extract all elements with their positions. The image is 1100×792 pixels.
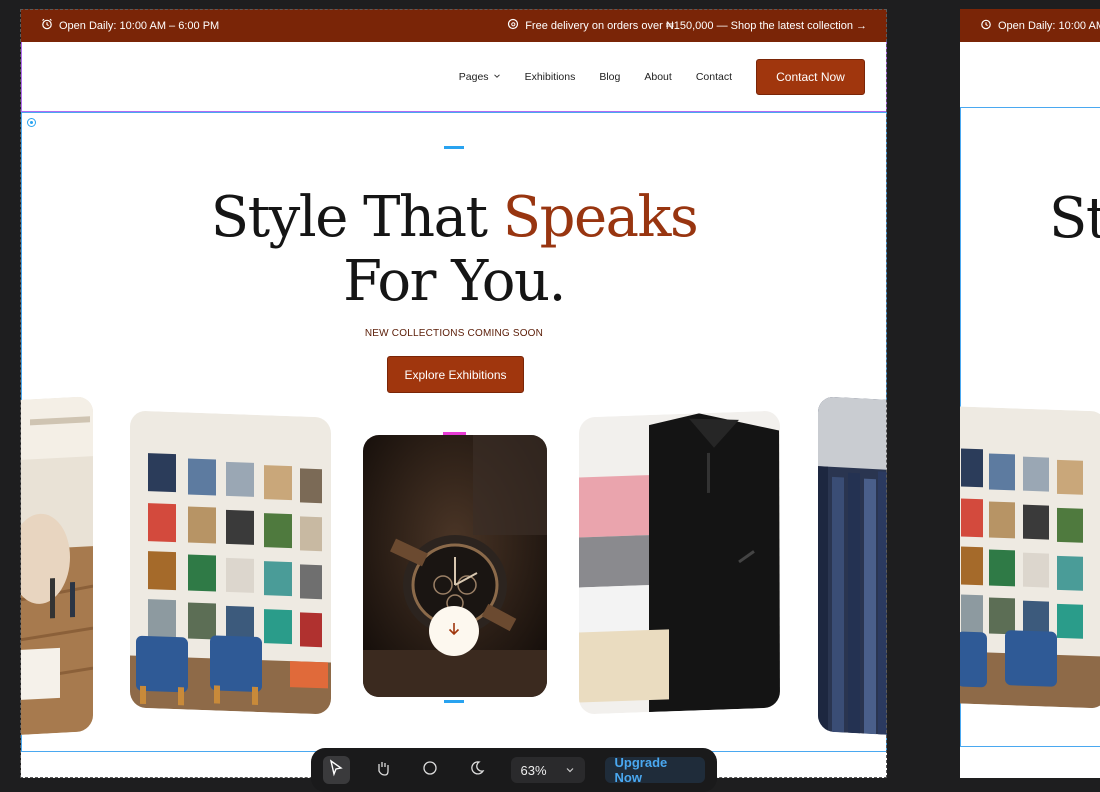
announcement-bar-preview: Open Daily: 10:00 AM (960, 9, 1100, 42)
tool-comment[interactable] (417, 756, 444, 784)
zoom-level: 63% (520, 762, 547, 778)
nav-item-label: Pages (458, 70, 489, 83)
hero-title-preview: Sty (1049, 186, 1100, 251)
nav-item-label: Blog (599, 70, 621, 83)
nav-item-pages[interactable]: Pages (459, 71, 501, 83)
editor-toolbar: 63% Upgrade Now (311, 748, 717, 792)
tool-theme[interactable] (464, 756, 491, 784)
arrow-down-icon (446, 621, 462, 642)
selection-handle-top[interactable] (444, 146, 464, 149)
hero-section[interactable]: Style That Speaks For You. NEW COLLECTIO… (21, 112, 887, 752)
moon-icon (468, 759, 486, 782)
gallery-card-shirts[interactable] (579, 410, 780, 715)
pointer-icon (327, 758, 345, 782)
selection-origin-icon (27, 118, 36, 127)
nav-item-label: Exhibitions (524, 70, 576, 83)
contact-now-button[interactable]: Contact Now (756, 58, 865, 95)
hero-title: Style That Speaks For You. (22, 186, 886, 314)
upgrade-now-button[interactable]: Upgrade Now (604, 755, 705, 785)
opening-hours-text: Open Daily: 10:00 AM (998, 19, 1100, 32)
chevron-down-icon (493, 71, 501, 83)
gallery-card-jeans[interactable] (818, 396, 887, 735)
gallery-card-art-wall[interactable] (130, 410, 331, 715)
navbar: Pages Exhibitions Blog About Contact Con… (21, 42, 887, 112)
chevron-down-icon (565, 763, 575, 778)
zoom-select[interactable]: 63% (510, 757, 585, 783)
comment-icon (421, 759, 439, 782)
design-frame-desktop[interactable]: Open Daily: 10:00 AM – 6:00 PM Free deli… (21, 9, 887, 778)
gallery-card-watch[interactable] (363, 435, 547, 697)
opening-hours-text: Open Daily: 10:00 AM – 6:00 PM (59, 19, 220, 32)
nav-item-blog[interactable]: Blog (599, 71, 620, 83)
announcement-bar: Open Daily: 10:00 AM – 6:00 PM Free deli… (21, 9, 887, 42)
nav-item-about[interactable]: About (644, 71, 671, 83)
threads-icon (507, 18, 519, 33)
explore-exhibitions-button[interactable]: Explore Exhibitions (387, 356, 524, 393)
hero-title-line2: For You. (343, 249, 566, 314)
tool-pointer[interactable] (323, 756, 350, 784)
hero-section-preview[interactable]: Sty (960, 107, 1100, 747)
nav-item-contact[interactable]: Contact (696, 71, 732, 83)
hero-subtitle: NEW COLLECTIONS COMING SOON (364, 328, 544, 339)
hero-title-part1: Style That (210, 185, 503, 250)
promo-text[interactable]: Free delivery on orders over ₦150,000 — … (525, 20, 867, 32)
scroll-down-button[interactable] (429, 606, 479, 656)
nav-item-exhibitions[interactable]: Exhibitions (525, 71, 576, 83)
design-frame-preview[interactable]: Open Daily: 10:00 AM Sty (960, 9, 1100, 778)
gallery-card-museum[interactable] (21, 396, 93, 735)
gallery-card-art-wall-preview[interactable] (960, 406, 1100, 709)
selection-handle-bottom[interactable] (444, 700, 464, 703)
alarm-clock-icon (41, 18, 53, 33)
hero-title-accent: Speaks (502, 185, 699, 250)
nav-item-label: Contact (695, 70, 732, 83)
nav-item-label: About (644, 70, 672, 83)
hand-icon (374, 759, 392, 782)
tool-hand[interactable] (370, 756, 397, 784)
alarm-clock-icon (980, 18, 992, 33)
